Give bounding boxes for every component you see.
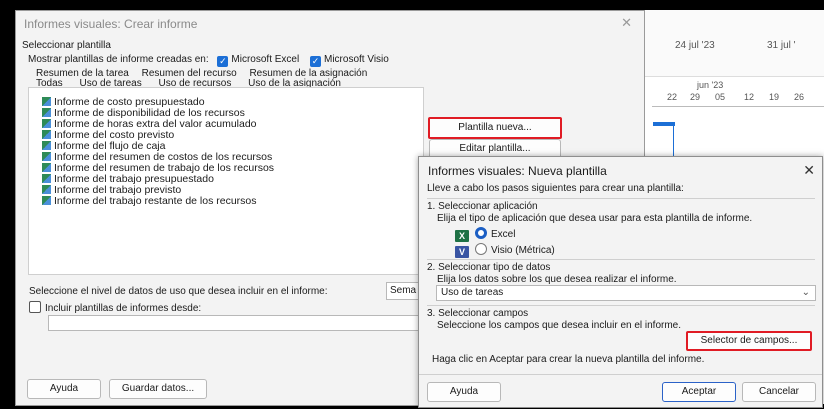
timescale-week: 31 jul ': [767, 40, 796, 51]
report-icon: [42, 163, 51, 172]
list-item[interactable]: Informe del trabajo restante de los recu…: [42, 196, 423, 207]
gantt-bar[interactable]: [653, 122, 675, 126]
report-icon: [42, 185, 51, 194]
report-icon: [42, 119, 51, 128]
dialog-title: Informes visuales: Crear informe: [24, 17, 198, 31]
app-excel-option[interactable]: X Excel: [455, 227, 515, 242]
separator: [427, 305, 815, 306]
report-icon: [42, 108, 51, 117]
help-button[interactable]: Ayuda: [427, 382, 501, 402]
help-button[interactable]: Ayuda: [27, 379, 101, 399]
gantt-divider: [652, 106, 824, 107]
excel-icon: X: [455, 230, 469, 242]
include-templates-row[interactable]: Incluir plantillas de informes desde:: [29, 301, 201, 314]
save-data-button[interactable]: Guardar datos...: [109, 379, 207, 399]
step2-desc: Elija los datos sobre los que desea real…: [437, 274, 677, 285]
report-list: Informe de costo presupuestado Informe d…: [28, 87, 424, 275]
intro-text: Lleve a cabo los pasos siguientes para c…: [427, 183, 684, 194]
step1-desc: Elija el tipo de aplicación que desea us…: [437, 213, 753, 224]
step3-desc: Seleccione los campos que desea incluir …: [437, 320, 682, 331]
step1-title: 1. Seleccionar aplicación: [427, 201, 538, 212]
step2-title: 2. Seleccionar tipo de datos: [427, 262, 551, 273]
chevron-down-icon: ⌄: [801, 287, 810, 298]
check-icon: ✓: [310, 56, 321, 67]
checkbox-icon: [29, 301, 41, 313]
dialog-title: Informes visuales: Nueva plantilla: [428, 164, 607, 178]
show-templates-label: Mostrar plantillas de informe creadas en…: [28, 54, 209, 65]
templates-path-input[interactable]: [48, 315, 420, 331]
report-icon: [42, 196, 51, 205]
new-template-button[interactable]: Plantilla nueva...: [428, 117, 562, 139]
finish-text: Haga clic en Aceptar para crear la nueva…: [432, 354, 705, 365]
report-icon: [42, 174, 51, 183]
report-icon: [42, 97, 51, 106]
separator: [427, 259, 815, 260]
visio-icon: V: [455, 246, 469, 258]
accept-button[interactable]: Aceptar: [662, 382, 736, 402]
show-templates-row: Mostrar plantillas de informe creadas en…: [28, 54, 389, 67]
timescale-month: jun '23: [697, 80, 724, 90]
report-icon: [42, 130, 51, 139]
separator: [419, 374, 822, 375]
close-icon[interactable]: ✕: [621, 15, 632, 31]
close-icon[interactable]: ✕: [803, 162, 815, 179]
field-picker-button[interactable]: Selector de campos...: [686, 331, 812, 351]
data-type-select[interactable]: Uso de tareas ⌄: [436, 285, 816, 301]
report-icon: [42, 152, 51, 161]
section-label: Seleccionar plantilla: [22, 40, 111, 51]
new-template-dialog: Informes visuales: Nueva plantilla ✕ Lle…: [418, 156, 823, 408]
app-visio-option[interactable]: V Visio (Métrica): [455, 243, 555, 258]
timescale-days: 22 29 05 12 19 26: [667, 92, 805, 102]
usage-level-label: Seleccione el nivel de datos de uso que …: [29, 286, 328, 297]
cancel-button[interactable]: Cancelar: [742, 382, 816, 402]
timescale-week: 24 jul '23: [675, 40, 715, 51]
radio-selected-icon: [475, 227, 487, 239]
excel-checkbox[interactable]: ✓ Microsoft Excel: [217, 54, 299, 67]
check-icon: ✓: [217, 56, 229, 67]
radio-icon: [475, 243, 487, 255]
timescale-header: 24 jul '23 31 jul ' jun '23: [645, 10, 824, 90]
visio-checkbox[interactable]: ✓ Microsoft Visio: [310, 54, 389, 67]
report-icon: [42, 141, 51, 150]
step3-title: 3. Seleccionar campos: [427, 308, 529, 319]
separator: [427, 198, 815, 199]
